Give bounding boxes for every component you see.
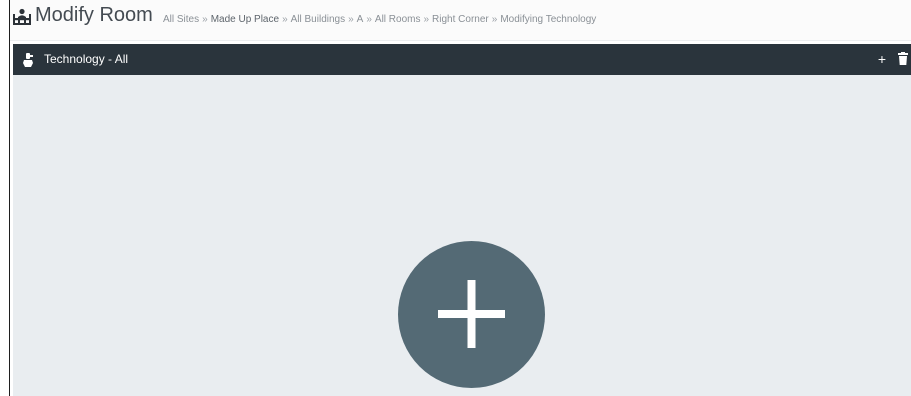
breadcrumb-separator: » — [282, 14, 288, 25]
breadcrumb-separator: » — [348, 14, 354, 25]
breadcrumb-all-rooms[interactable]: All Rooms — [375, 14, 421, 25]
breadcrumb-current: Modifying Technology — [500, 14, 597, 25]
breadcrumb-all-buildings[interactable]: All Buildings — [291, 14, 345, 25]
breadcrumb-separator: » — [366, 14, 372, 25]
meeting-room-icon — [12, 8, 32, 26]
breadcrumb-made-up-place[interactable]: Made Up Place — [211, 14, 279, 25]
add-technology-button[interactable]: + — [875, 50, 889, 68]
page-title: Modify Room — [35, 4, 153, 26]
toolbar-title: Technology - All — [44, 52, 129, 66]
add-technology-fab[interactable] — [398, 241, 545, 388]
breadcrumb-separator: » — [202, 14, 208, 25]
technology-toolbar: Technology - All + — [13, 44, 911, 75]
breadcrumb-separator: » — [423, 14, 430, 25]
plus-icon — [438, 280, 505, 348]
breadcrumb: All Sites» Made Up Place» All Buildings» A»… — [163, 14, 596, 25]
breadcrumb-right-corner[interactable]: Right Corner — [432, 14, 489, 25]
breadcrumb-all-sites[interactable]: All Sites — [163, 14, 199, 25]
breadcrumb-building-a[interactable]: A — [357, 14, 364, 25]
technology-icon — [22, 52, 36, 68]
breadcrumb-separator: » — [491, 14, 498, 25]
technology-list-area — [13, 75, 911, 396]
trash-icon[interactable] — [897, 52, 909, 66]
page-header: Modify Room All Sites» Made Up Place» All … — [10, 0, 911, 41]
page: Modify Room All Sites» Made Up Place» All … — [10, 0, 911, 396]
